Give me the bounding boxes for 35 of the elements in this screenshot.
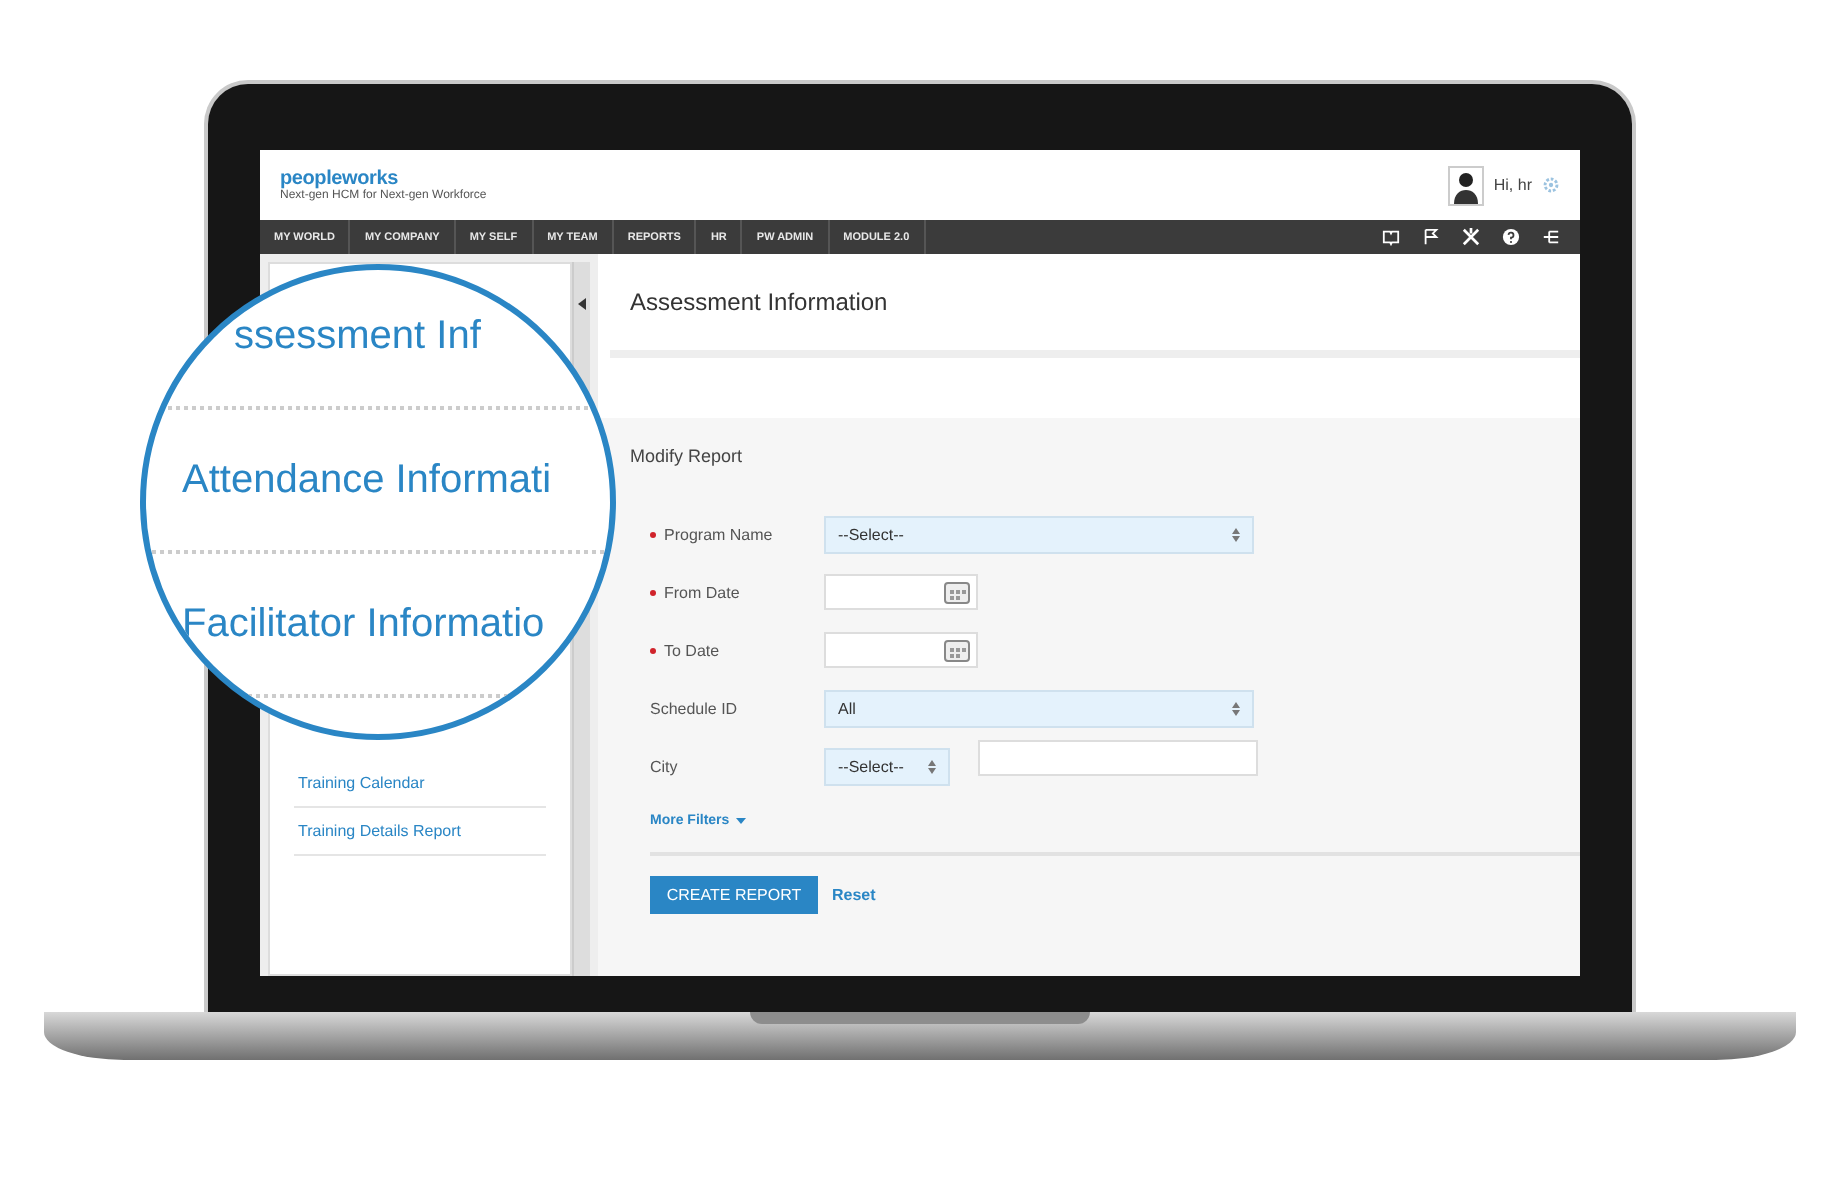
date-field[interactable] [824, 632, 978, 668]
logo: peopleworks [280, 168, 398, 190]
field-label: City [650, 757, 680, 775]
reset-link[interactable]: Reset [832, 886, 876, 904]
field-label: Program Name [650, 525, 824, 543]
sidebar-item[interactable]: Training Calendar [294, 760, 546, 808]
greeting: Hi, hr [1493, 176, 1532, 194]
create-report-button[interactable]: CREATE REPORT [650, 876, 818, 914]
form-title: Modify Report [630, 446, 745, 466]
field-label: To Date [650, 641, 824, 659]
select-field[interactable]: --Select-- [824, 747, 950, 785]
caret-icon [1232, 527, 1240, 541]
magnified-sidebar-item: Attendance Informati [182, 457, 552, 503]
field-label: From Date [650, 583, 824, 601]
magnified-sidebar-item: ssessment Inf [234, 313, 481, 359]
caret-icon [735, 818, 746, 824]
tree-icon[interactable] [1542, 228, 1560, 246]
collapse-icon[interactable] [578, 298, 586, 310]
page-title: Assessment Information [630, 288, 888, 316]
caret-icon [1232, 701, 1240, 715]
select-field[interactable]: --Select-- [824, 515, 1254, 553]
select-field[interactable]: All [824, 689, 1254, 727]
book-icon[interactable] [1382, 228, 1400, 246]
tools-icon[interactable] [1462, 228, 1480, 246]
calendar-icon[interactable] [944, 581, 970, 603]
calendar-icon[interactable] [944, 639, 970, 661]
text-field[interactable] [978, 740, 1258, 776]
magnified-sidebar-item: Facilitator Informatio [182, 601, 545, 647]
help-icon[interactable] [1502, 228, 1520, 246]
avatar-icon[interactable] [1447, 165, 1484, 205]
sidebar-item[interactable]: Training Details Report [294, 808, 546, 856]
caret-icon [928, 759, 936, 773]
date-field[interactable] [824, 574, 978, 610]
flag-icon[interactable] [1422, 228, 1440, 246]
field-label: Schedule ID [650, 699, 740, 717]
